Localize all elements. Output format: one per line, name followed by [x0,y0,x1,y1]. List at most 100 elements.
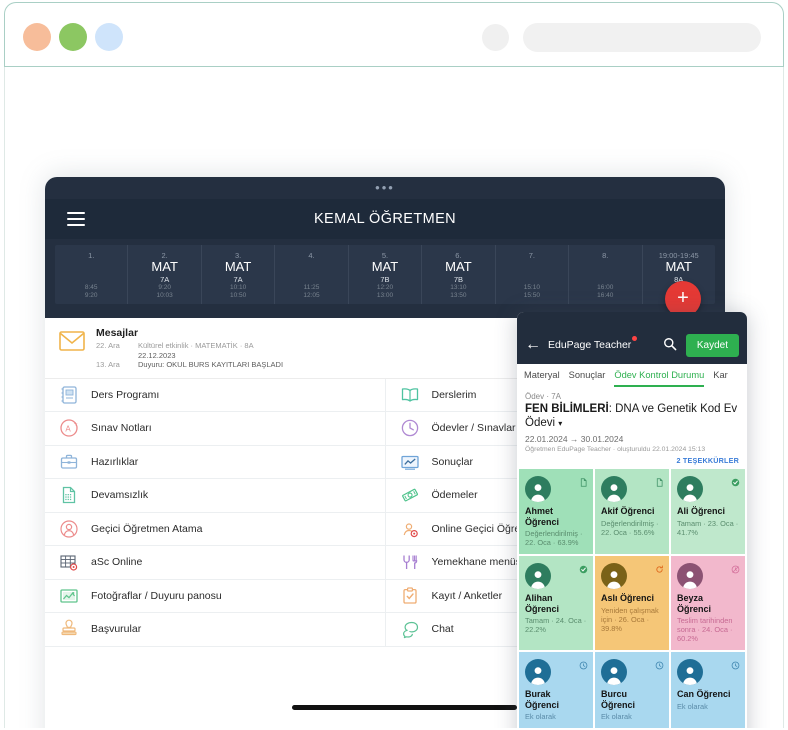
notification-dot-icon [632,336,638,341]
menu-item-foto-raflar-duyuru-panosu[interactable]: Fotoğraflar / Duyuru panosu [45,580,385,613]
student-name: Ahmet Öğrenci [525,506,560,527]
tab-kar[interactable]: Kar [713,370,727,387]
svg-text:A: A [65,425,71,434]
timetable-times: 12:20 13:00 [376,284,394,299]
hamburger-icon[interactable] [67,212,85,230]
timetable-lesson [57,261,125,283]
message-text: Duyuru: OKUL BURS KAYITLARI BAŞLADI [138,360,284,369]
student-card[interactable]: Can Öğrenci Ek olarak [671,652,745,728]
svg-text:+: + [74,422,78,428]
cutlery-icon [400,552,420,572]
menu-item-s-nav-notlar[interactable]: A + Sınav Notları [45,412,385,446]
menu-item-ba-vurular[interactable]: Başvurular [45,613,385,647]
timetable-times: 13:10 13:50 [450,284,467,299]
briefcase-icon [59,452,79,472]
minimize-dot-icon[interactable] [59,23,87,51]
menu-item-haz-rl-klar[interactable]: Hazırlıklar [45,446,385,479]
menu-item-ders-program[interactable]: Ders Programı [45,379,385,412]
student-status: Teslim tarihinden sonra · 24. Oca · 60.2… [677,616,733,643]
student-card[interactable]: Ali Öğrenci Tamam · 23. Oca · 41.7% [671,469,745,554]
timetable-subject: MAT [665,259,692,274]
timetable-cell[interactable]: 8. 16:00 16:40 [569,245,643,304]
student-grid: Ahmet Öğrenci Değerlendirilmiş · 22. Oca … [517,469,747,728]
close-dot-icon[interactable] [23,23,51,51]
timetable-class: 7B [380,275,390,284]
student-status: Ek olarak [601,712,632,721]
student-status: Tamam · 23. Oca · 41.7% [677,518,739,537]
maximize-dot-icon[interactable] [95,23,123,51]
student-name: Beyza Öğrenci [677,593,712,614]
student-name: Burcu Öğrenci [601,689,636,710]
menu-item-label: Devamsızlık [91,489,149,502]
student-name: Burak Öğrenci [525,689,560,710]
timetable-cell[interactable]: 6. MAT 7B 13:10 13:50 [422,245,496,304]
timetable-period: 4. [308,251,315,260]
message-text: Kültürel etkinlik · MATEMATİK · 8A [138,341,254,350]
student-name: Ali Öğrenci [677,506,726,516]
timetable-cell[interactable]: 7. 15:10 15:50 [496,245,570,304]
phone-app-title-text: EduPage Teacher [548,339,632,351]
menu-item-label: Hazırlıklar [91,455,139,468]
student-card[interactable]: Aslı Öğrenci Yeniden çalışmak için · 26. … [595,556,669,650]
menu-item-label: aSc Online [91,556,143,569]
menu-item-devams-zl-k[interactable]: Devamsızlık [45,479,385,513]
clock-small-icon [579,657,588,670]
menu-item-label: Ödevler / Sınavlar [431,422,516,435]
tab-materyal[interactable]: Materyal [524,370,560,387]
student-card[interactable]: Alihan Öğrenci Tamam · 24. Oca · 22.2% [519,556,593,650]
student-card[interactable]: Beyza Öğrenci Teslim tarihinden sonra · 2… [671,556,745,650]
reload-icon[interactable] [482,24,509,51]
search-icon[interactable] [663,337,677,354]
student-status: Değerlendirilmiş · 22. Oca · 55.6% [601,518,659,537]
assignment-dates: 22.01.2024 → 30.01.2024 [525,434,624,444]
timetable-lesson: MAT 7A [130,259,198,285]
student-name: Can Öğrenci [677,689,731,699]
timetable-cell[interactable]: 3. MAT 7A 10:10 10:50 [202,245,276,304]
timetable-times: 10:10 10:50 [229,284,247,299]
assignment-thanks-count[interactable]: 2 TEŞEKKÜRLER [525,456,739,465]
avatar [677,476,703,502]
message-date: 13. Ara [96,360,120,369]
address-bar[interactable] [523,23,761,52]
student-card[interactable]: Akif Öğrenci Değerlendirilmiş · 22. Oca ·… [595,469,669,554]
menu-item-label: Sonuçlar [431,455,473,468]
menu-item-ge-ici-retmen-atama[interactable]: Geçici Öğretmen Atama [45,513,385,546]
timetable-cell[interactable]: 2. MAT 7A 9:20 10:03 [128,245,202,304]
assignment-subject: FEN BİLİMLERİ [525,403,609,415]
student-status: Yeniden çalışmak için · 26. Oca · 39.8% [601,605,659,633]
timetable-class: 7A [160,275,170,284]
window-controls [23,23,123,51]
menu-item-label: Derslerim [431,388,477,401]
menu-item-label: Ders Programı [91,388,160,401]
student-status: Ek olarak [677,701,708,711]
student-card[interactable]: Ahmet Öğrenci Değerlendirilmiş · 22. Oca … [519,469,593,554]
check-icon [731,474,740,487]
save-button[interactable]: Kaydet [685,333,739,357]
timetable-lesson [498,261,566,283]
timetable-period: 7. [528,251,535,260]
back-arrow-icon[interactable]: ← [525,337,541,353]
phone-status-bar [517,312,747,326]
timetable-cell[interactable]: 1. 8:45 9:20 [55,245,129,304]
timetable-cell[interactable]: 5. MAT 7B 12:20 13:00 [349,245,423,304]
avatar [677,563,703,589]
tab--dev-kontrol-durumu[interactable]: Ödev Kontrol Durumu [614,370,705,387]
chevron-down-icon[interactable]: ▾ [558,419,562,428]
tab-sonu-lar[interactable]: Sonuçlar [569,370,606,387]
menu-item-label: Sınav Notları [91,422,152,435]
timetable-lesson: MAT 7B [424,260,492,285]
avatar [525,476,551,502]
student-card[interactable]: Burak Öğrenci Ek olarak [519,652,593,728]
student-card[interactable]: Burcu Öğrenci Ek olarak [595,652,669,728]
page-title: KEMAL ÖĞRETMEN [313,211,457,227]
menu-item-asc-online[interactable]: aSc Online [45,546,385,580]
menu-item-label: Fotoğraflar / Duyuru panosu [91,589,222,602]
timetable-cell[interactable]: 4. 11:25 12:05 [275,245,349,304]
student-status: Değerlendirilmiş · 22. Oca · 63.9% [525,529,583,547]
phone-app-title: EduPage Teacher [548,336,638,351]
timetable-subject: MAT [151,259,178,274]
assignment-title[interactable]: FEN BİLİMLERİ: DNA ve Genetik Kod Ev Öde… [525,402,739,431]
browser-chrome [4,2,784,66]
message-date [96,351,130,361]
phone-overlay: ← EduPage Teacher Kaydet Materyal Sonuçla… [517,312,747,728]
